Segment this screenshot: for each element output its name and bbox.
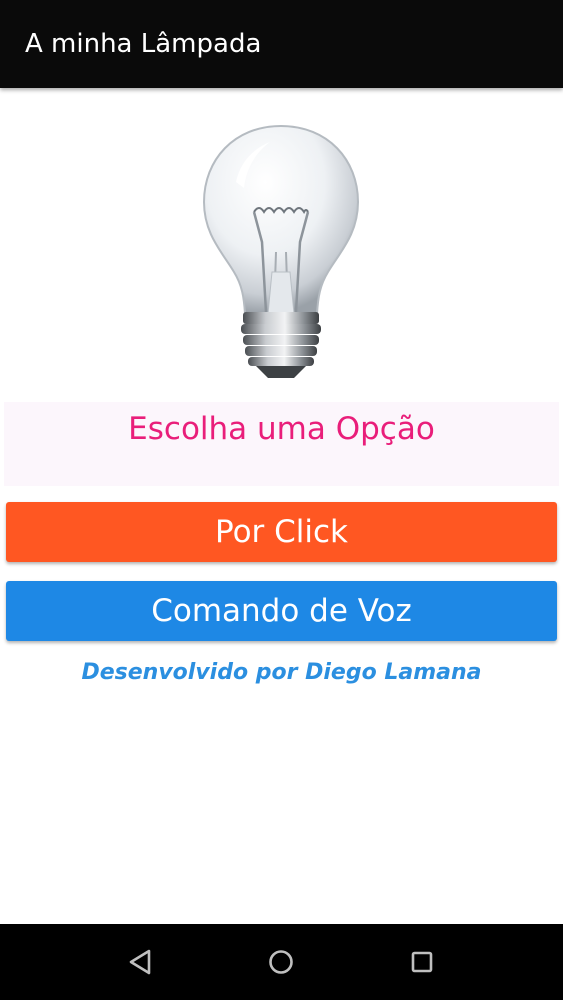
developer-credit: Desenvolvido por Diego Lamana <box>81 660 482 685</box>
by-click-button[interactable]: Por Click <box>6 502 557 562</box>
prompt-box: Escolha uma Opção <box>4 402 559 486</box>
light-bulb-image <box>196 122 366 384</box>
light-bulb-icon <box>202 124 360 378</box>
back-icon[interactable] <box>121 942 161 982</box>
prompt-label: Escolha uma Opção <box>128 411 435 447</box>
system-nav-bar <box>0 924 563 1000</box>
home-icon[interactable] <box>261 942 301 982</box>
recents-icon[interactable] <box>402 942 442 982</box>
app-title: A minha Lâmpada <box>25 29 262 59</box>
app-bar: A minha Lâmpada <box>0 0 563 88</box>
voice-command-button[interactable]: Comando de Voz <box>6 581 557 641</box>
main-content: Escolha uma Opção Por Click Comando de V… <box>0 88 563 924</box>
